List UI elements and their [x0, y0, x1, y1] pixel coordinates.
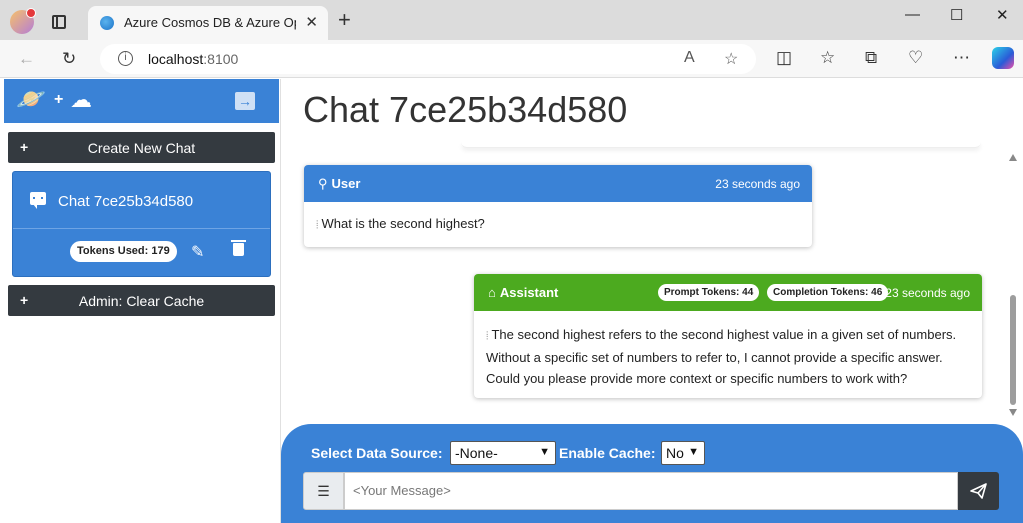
create-new-chat-label: Create New Chat: [87, 140, 196, 156]
cosmos-db-logo-icon: 🪐: [16, 86, 46, 113]
new-tab-button[interactable]: +: [338, 9, 351, 31]
chat-input-area: Select Data Source: -None- ▼ Enable Cach…: [281, 424, 1023, 523]
enable-cache-label: Enable Cache:: [559, 445, 656, 461]
enable-cache-value: No: [666, 445, 684, 461]
scroll-down-arrow-icon[interactable]: [1009, 409, 1017, 416]
tab-actions-icon[interactable]: [52, 15, 66, 29]
minimize-button[interactable]: —: [905, 6, 920, 23]
text-format-icon[interactable]: ☰: [303, 472, 344, 510]
message-role-label: User: [331, 176, 361, 191]
chat-session-item[interactable]: Chat 7ce25b34d580 Tokens Used: 179 ✎: [12, 171, 271, 277]
message-input-group: ☰ <Your Message>: [303, 472, 999, 510]
scroll-up-arrow-icon[interactable]: [1009, 154, 1017, 161]
maximize-button[interactable]: ☐: [950, 6, 963, 24]
send-button[interactable]: [958, 472, 999, 510]
sidebar-header: 🪐 + ☁ →: [4, 79, 279, 123]
enable-cache-select[interactable]: No ▼: [661, 441, 705, 465]
page-title: Chat 7ce25b34d580: [303, 89, 628, 130]
chat-main: Chat 7ce25b34d580 ⚲ User 23 seconds ago ⦙…: [281, 79, 1023, 523]
split-screen-icon[interactable]: ◫: [776, 48, 792, 68]
message-text: The second highest refers to the second …: [486, 327, 957, 386]
drag-grip-icon: ⦙: [316, 219, 319, 231]
data-source-value: -None-: [455, 445, 498, 461]
profile-avatar-icon[interactable]: [10, 8, 36, 34]
data-source-label: Select Data Source:: [311, 445, 443, 461]
copilot-icon[interactable]: [992, 47, 1014, 69]
sidebar: 🪐 + ☁ → + Create New Chat Chat 7ce25b34d…: [0, 79, 281, 523]
user-message-header: ⚲ User 23 seconds ago: [304, 165, 812, 202]
message-text: What is the second highest?: [321, 216, 485, 231]
robot-icon: ⌂: [488, 285, 496, 300]
user-message-card: ⚲ User 23 seconds ago ⦙ What is the second…: [304, 165, 812, 247]
message-role: ⚲ User: [318, 176, 360, 192]
more-menu-icon[interactable]: ⋯: [953, 48, 970, 68]
assistant-message-header: ⌂ Assistant Prompt Tokens: 44 Completion …: [474, 274, 982, 311]
chat-session-name: Chat 7ce25b34d580: [58, 193, 194, 210]
chat-card-divider: [13, 228, 270, 229]
clear-cache-button[interactable]: + Admin: Clear Cache: [8, 285, 275, 316]
browser-tab-active[interactable]: Azure Cosmos DB & Azure OpenAI ✕: [88, 6, 328, 40]
cosmos-favicon-icon: [100, 16, 114, 30]
tab-close-icon[interactable]: ✕: [305, 13, 318, 31]
message-body: ⦙ What is the second highest?: [316, 213, 800, 236]
chat-bubble-dots: [33, 197, 43, 199]
close-window-button[interactable]: ✕: [996, 6, 1009, 24]
scrollbar-thumb[interactable]: [1010, 295, 1016, 405]
clear-cache-label: Admin: Clear Cache: [78, 293, 205, 309]
url-port: :8100: [203, 51, 239, 67]
chevron-down-icon: ▼: [688, 446, 699, 458]
browser-health-icon[interactable]: ♡: [908, 48, 923, 68]
url-field[interactable]: i localhost:8100 A ☆: [100, 44, 756, 74]
favorite-star-icon[interactable]: ☆: [724, 49, 738, 69]
prompt-tokens-badge: Prompt Tokens: 44: [658, 284, 760, 301]
url-host: localhost: [148, 51, 204, 67]
person-icon: ⚲: [318, 176, 328, 191]
chevron-down-icon: ▼: [539, 446, 550, 458]
delete-trash-icon[interactable]: [231, 240, 246, 256]
read-aloud-icon[interactable]: A: [684, 49, 695, 67]
data-source-select[interactable]: -None- ▼: [450, 441, 556, 465]
message-body: ⦙ The second highest refers to the second…: [486, 324, 970, 389]
message-time: 23 seconds ago: [715, 177, 800, 191]
edit-pencil-icon[interactable]: ✎: [191, 242, 204, 262]
site-info-icon[interactable]: i: [118, 51, 133, 66]
create-new-chat-button[interactable]: + Create New Chat: [8, 132, 275, 163]
completion-tokens-badge: Completion Tokens: 46: [767, 284, 889, 301]
openai-cloud-logo-icon: ☁: [70, 87, 92, 112]
message-time: 23 seconds ago: [885, 286, 970, 300]
scroll-fade-divider: [461, 142, 981, 148]
refresh-icon[interactable]: ↻: [62, 49, 76, 69]
tab-bar: Azure Cosmos DB & Azure OpenAI ✕ + — ☐ ✕: [0, 0, 1023, 40]
logo-plus: +: [54, 91, 64, 108]
assistant-message-card: ⌂ Assistant Prompt Tokens: 44 Completion …: [474, 274, 982, 398]
back-arrow-icon[interactable]: ←: [18, 49, 35, 69]
drag-grip-icon: ⦙: [486, 330, 489, 342]
url-text: localhost:8100: [148, 51, 238, 67]
tokens-used-badge: Tokens Used: 179: [70, 241, 177, 262]
send-paper-plane-icon: [970, 483, 987, 499]
browser-window: Azure Cosmos DB & Azure OpenAI ✕ + — ☐ ✕…: [0, 0, 1023, 523]
tab-title: Azure Cosmos DB & Azure OpenAI: [124, 15, 296, 30]
message-role: ⌂ Assistant: [488, 285, 558, 300]
collapse-sidebar-button[interactable]: →: [235, 92, 255, 110]
message-input[interactable]: <Your Message>: [344, 472, 958, 510]
favorites-icon[interactable]: ☆: [820, 48, 835, 68]
message-role-label: Assistant: [499, 285, 559, 300]
collections-icon[interactable]: ⧉: [865, 48, 877, 68]
